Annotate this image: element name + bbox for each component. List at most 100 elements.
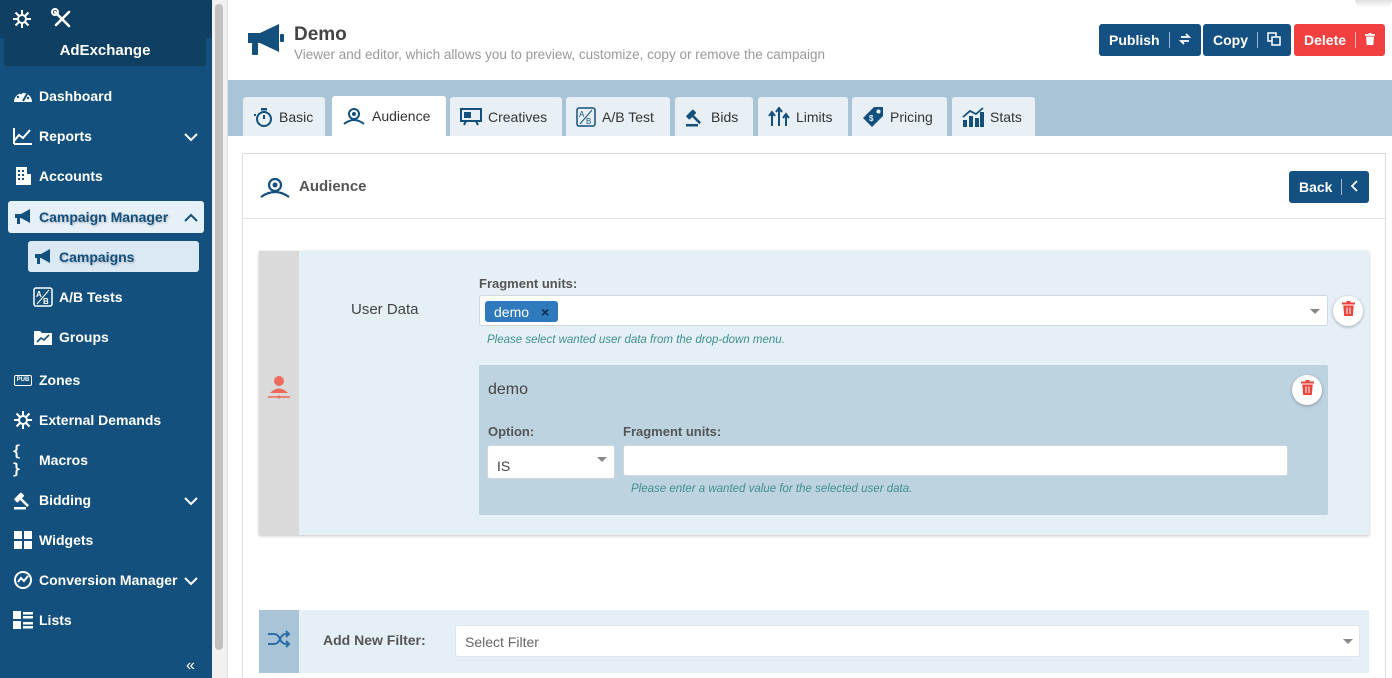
trash-icon xyxy=(1341,301,1355,321)
user-icon xyxy=(265,373,293,406)
collapse-sidebar-button[interactable]: « xyxy=(186,657,195,675)
page-title: Demo xyxy=(294,24,347,45)
sidebar-item-macros[interactable]: { } Macros xyxy=(8,442,204,478)
publish-button[interactable]: Publish xyxy=(1099,24,1201,56)
fragment-value-input[interactable] xyxy=(623,445,1288,476)
tab-audience[interactable]: Audience xyxy=(332,96,446,136)
sidebar-item-label: Dashboard xyxy=(39,88,113,104)
brand-name: AdExchange xyxy=(4,36,206,66)
creatives-icon xyxy=(460,107,482,126)
sidebar-item-label: External Demands xyxy=(39,412,162,428)
megaphone-icon xyxy=(246,22,286,65)
sidebar-item-label: Lists xyxy=(39,612,72,628)
sidebar-subitem-label: Campaigns xyxy=(59,248,135,265)
tab-stats[interactable]: Stats xyxy=(952,97,1035,136)
remove-filter-button[interactable] xyxy=(1333,296,1363,326)
sidebar-item-conversion-manager[interactable]: Conversion Manager xyxy=(8,564,204,596)
hub-icon[interactable] xyxy=(10,7,34,31)
delete-button[interactable]: Delete xyxy=(1294,24,1386,56)
copy-icon xyxy=(1267,31,1281,49)
help-select-text: Please select wanted user data from the … xyxy=(487,334,785,346)
conversion-icon xyxy=(12,569,34,591)
sidebar-item-reports[interactable]: Reports xyxy=(8,120,204,152)
sidebar-item-label: Reports xyxy=(39,128,92,144)
tab-ab-test[interactable]: AB A/B Test xyxy=(566,97,670,136)
panel-title: Audience xyxy=(299,178,367,195)
tools-icon[interactable] xyxy=(50,7,74,31)
stopwatch-icon xyxy=(253,107,273,127)
sidebar-item-label: Widgets xyxy=(39,532,94,548)
ab-icon: AB xyxy=(32,286,54,308)
sidebar-item-lists[interactable]: Lists xyxy=(8,604,204,636)
page-subtitle: Viewer and editor, which allows you to p… xyxy=(294,47,826,62)
filter-strip xyxy=(259,251,299,535)
sidebar-item-label: Macros xyxy=(39,452,89,468)
lists-icon xyxy=(12,609,34,631)
tab-creatives[interactable]: Creatives xyxy=(450,97,562,136)
option-label: Option: xyxy=(488,424,535,439)
tab-limits[interactable]: Limits xyxy=(758,97,848,136)
megaphone-icon xyxy=(32,246,54,268)
sidebar-item-dashboard[interactable]: Dashboard xyxy=(8,80,204,112)
sidebar: AdExchange Dashboard Reports Accounts Ca… xyxy=(0,0,212,678)
chevron-down-icon[interactable] xyxy=(1310,309,1320,314)
copy-button[interactable]: Copy xyxy=(1203,24,1291,56)
user-data-label: User Data xyxy=(351,301,419,318)
swap-icon xyxy=(1178,32,1191,48)
svg-text:B: B xyxy=(43,297,49,306)
sidebar-item-accounts[interactable]: Accounts xyxy=(8,160,204,192)
chip-remove-icon[interactable]: × xyxy=(541,304,549,320)
chevron-down-icon xyxy=(1343,639,1353,644)
sidebar-scrollbar[interactable] xyxy=(212,0,228,678)
scrollbar-thumb[interactable] xyxy=(215,4,223,650)
trash-icon xyxy=(1300,380,1314,400)
user-data-item-demo: demo Option: Fragment units: IS Please e… xyxy=(479,365,1328,515)
sidebar-subitem-campaigns[interactable]: Campaigns xyxy=(28,241,199,272)
add-filter-row: Add New Filter: Select Filter xyxy=(259,610,1369,673)
ab-icon: AB xyxy=(576,106,596,127)
chevron-down-icon[interactable] xyxy=(184,573,198,589)
megaphone-icon xyxy=(12,206,34,228)
audience-icon xyxy=(342,106,366,126)
folder-icon xyxy=(32,326,54,348)
tab-bids[interactable]: Bids xyxy=(675,97,753,136)
add-filter-label: Add New Filter: xyxy=(323,632,426,648)
chevron-down-icon[interactable] xyxy=(184,493,198,509)
accounts-icon xyxy=(12,165,34,187)
sidebar-item-label: Conversion Manager xyxy=(39,572,178,588)
sidebar-item-widgets[interactable]: Widgets xyxy=(8,524,204,556)
chevron-up-icon[interactable] xyxy=(184,210,198,226)
shuffle-icon xyxy=(267,630,291,653)
back-button[interactable]: Back xyxy=(1289,171,1370,203)
sidebar-subitem-label: A/B Tests xyxy=(59,288,123,305)
tab-pricing[interactable]: $ Pricing xyxy=(852,97,947,136)
fragment-units-label: Fragment units: xyxy=(623,424,722,439)
corner-shadow xyxy=(1355,0,1392,8)
filter-select[interactable]: Select Filter xyxy=(455,625,1360,657)
limits-icon xyxy=(768,106,790,127)
tab-bar: Basic Audience Creatives AB A/B Test Bid… xyxy=(228,80,1392,136)
svg-text:A: A xyxy=(579,110,585,119)
remove-item-button[interactable] xyxy=(1292,375,1322,405)
sidebar-item-label: Zones xyxy=(39,372,81,388)
chevron-down-icon[interactable] xyxy=(184,129,198,145)
gavel-icon xyxy=(12,489,34,511)
help-enter-text: Please enter a wanted value for the sele… xyxy=(631,483,913,495)
sidebar-item-external-demands[interactable]: External Demands xyxy=(8,404,204,436)
reports-icon xyxy=(12,125,34,147)
sidebar-item-campaign-manager[interactable]: Campaign Manager xyxy=(8,201,204,233)
sidebar-item-zones[interactable]: PUB Zones xyxy=(8,364,204,396)
selected-chip: demo × xyxy=(485,301,559,322)
sidebar-item-bidding[interactable]: Bidding xyxy=(8,484,204,516)
sidebar-subitem-ab-tests[interactable]: AB A/B Tests xyxy=(28,281,199,312)
tab-basic[interactable]: Basic xyxy=(243,97,325,136)
user-data-select[interactable]: demo × xyxy=(479,295,1328,326)
trash-icon xyxy=(1365,32,1376,48)
option-select[interactable]: IS xyxy=(487,445,615,479)
stats-icon xyxy=(962,106,984,127)
sidebar-subitem-groups[interactable]: Groups xyxy=(28,321,199,352)
braces-icon: { } xyxy=(12,442,22,478)
widgets-icon xyxy=(12,529,34,551)
svg-text:A: A xyxy=(36,290,42,299)
hub-icon xyxy=(12,409,34,431)
